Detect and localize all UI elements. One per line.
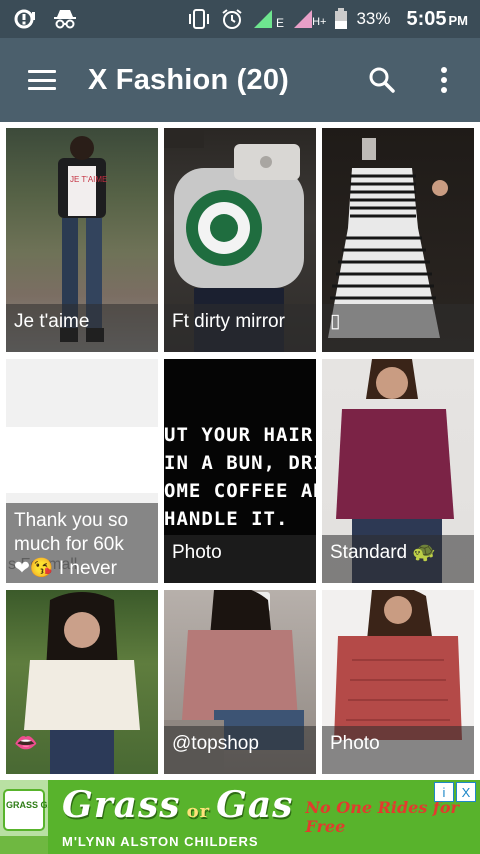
alarm-icon [220,7,244,31]
status-bar: E H+ 33% 5:05 PM [0,0,480,38]
incognito-icon [52,8,78,30]
photo-tile[interactable]: ▯ [322,128,474,352]
ad-title-left: Grass [62,784,181,826]
ad-title-or: or [186,801,211,822]
search-button[interactable] [360,58,404,102]
network-type-label-2: H+ [312,16,327,28]
ad-close-button[interactable]: X [456,782,476,802]
signal-icon-2 [292,8,314,30]
tile-caption: Photo [322,726,474,774]
app-toolbar: X Fashion (20) [0,38,480,122]
photo-tile[interactable]: @topshop [164,590,316,774]
more-vert-icon [441,67,447,93]
battery-percent: 33% [356,9,391,28]
ad-info-button[interactable]: i [434,782,454,802]
tile-caption: ▯ [322,304,474,352]
ad-logo-text: GRASS GAS [6,800,48,810]
page-title: X Fashion (20) [88,63,289,96]
network-type-label: E [276,16,285,30]
svg-text:JE T'AIME: JE T'AIME [70,175,107,184]
photo-tile[interactable]: JE T'AIME Je t'aime [6,128,158,352]
tile-caption: Standard 🐢 [322,535,474,583]
vibrate-icon [186,8,212,30]
signal-icon [252,8,274,30]
tile-caption: Thank you so much for 60k ❤😘 I never [6,503,158,583]
ad-content: Grass or Gas M'LYNN ALSTON CHILDERS [62,785,293,849]
photo-tile[interactable]: Photo [322,590,474,774]
sync-warning-icon [14,8,38,30]
ad-logo-image: GRASS GAS [0,780,60,854]
clock-time: 5:05 [406,7,447,30]
hamburger-icon [28,70,56,90]
battery-icon [334,8,348,30]
search-icon [369,67,395,93]
clock-ampm: PM [448,12,469,28]
photo-tile[interactable]: UT YOUR HAIR U IN A BUN, DRINK OME COFFE… [164,359,316,583]
tile-caption: @topshop [164,726,316,774]
photo-overlay-text: UT YOUR HAIR U IN A BUN, DRINK OME COFFE… [164,424,316,530]
ad-title: Grass or Gas [62,785,293,832]
photo-tile[interactable]: 👄 [6,590,158,774]
ad-title-right: Gas [216,784,294,826]
ad-subtitle: M'LYNN ALSTON CHILDERS [62,834,259,849]
photo-grid: JE T'AIME Je t'aime Ft dirty mirror ▯ Th… [6,128,474,774]
ad-tagline: No One Rides for Free [305,798,459,836]
tile-caption: Je t'aime [6,304,158,352]
tile-caption: Ft dirty mirror [164,304,316,352]
menu-button[interactable] [14,52,70,108]
overflow-menu-button[interactable] [422,58,466,102]
tile-caption: Photo [164,535,316,583]
photo-tile[interactable]: Standard 🐢 [322,359,474,583]
photo-tile[interactable]: Ft dirty mirror [164,128,316,352]
tile-caption: 👄 [14,733,38,754]
photo-tile[interactable]: s Fenmall Thank you so much for 60k ❤😘 I… [6,359,158,583]
ad-banner[interactable]: GRASS GAS GrassorGas M'LYNN ALSTON CHILD… [0,780,480,854]
